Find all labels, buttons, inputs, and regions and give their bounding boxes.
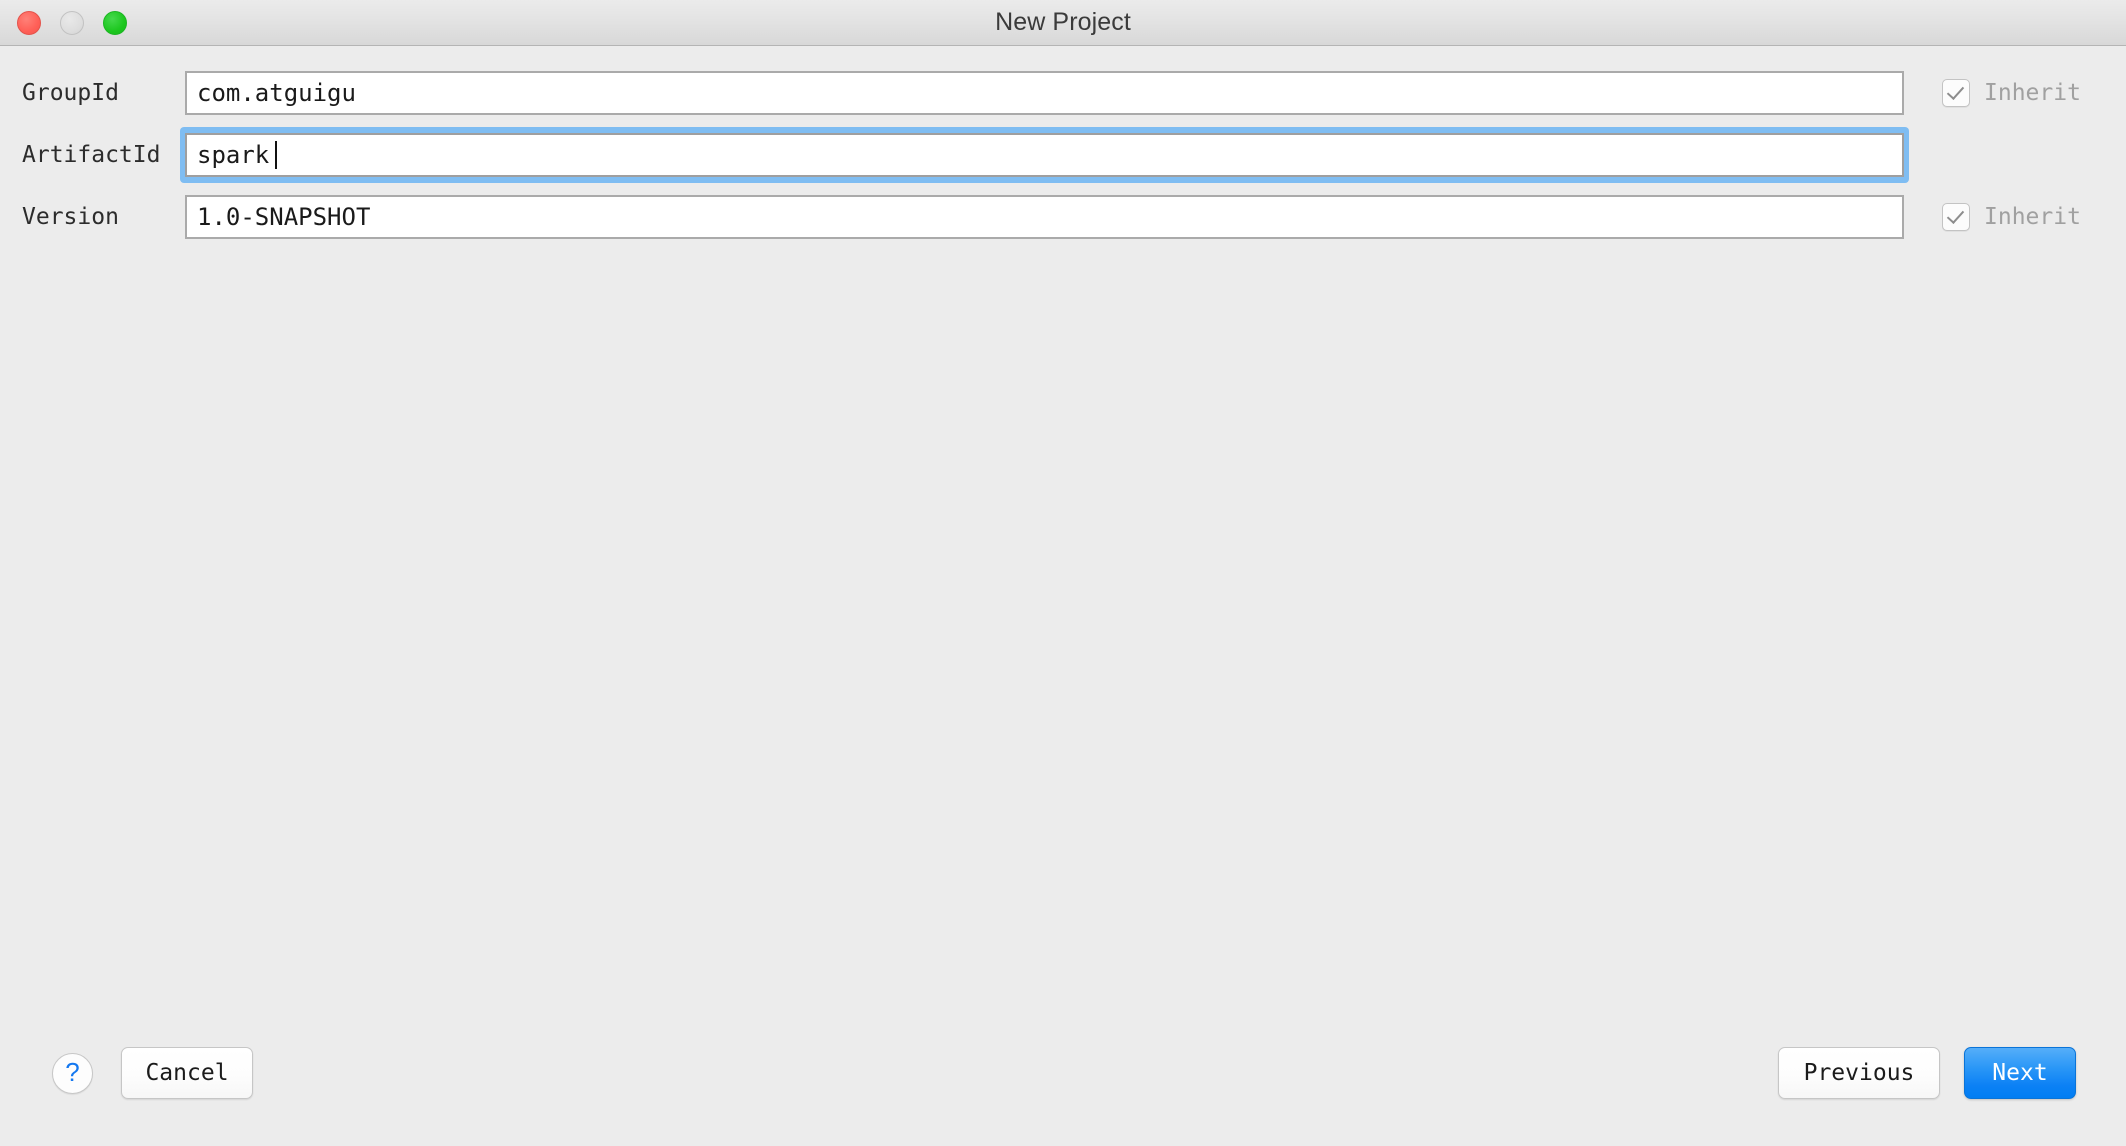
close-window-icon[interactable] — [17, 11, 41, 35]
previous-button[interactable]: Previous — [1778, 1047, 1940, 1099]
artifactid-field-wrap — [180, 127, 1909, 183]
version-inherit-group: Inherit — [1904, 203, 2104, 231]
form-row-version: Version Inherit — [0, 186, 2126, 248]
zoom-window-icon[interactable] — [103, 11, 127, 35]
dialog-content: GroupId Inherit ArtifactId — [0, 46, 2126, 1000]
groupid-inherit-label: Inherit — [1984, 80, 2081, 106]
text-caret — [275, 141, 277, 169]
window-title: New Project — [995, 8, 1131, 36]
project-coordinates-form: GroupId Inherit ArtifactId — [0, 46, 2126, 248]
help-icon[interactable]: ? — [52, 1052, 93, 1094]
groupid-field-wrap — [185, 70, 1904, 116]
next-button[interactable]: Next — [1964, 1047, 2076, 1099]
footer-right-group: Previous Next — [1778, 1047, 2098, 1099]
footer-left-group: ? Cancel — [52, 1047, 253, 1099]
version-inherit-checkbox[interactable] — [1942, 203, 1970, 231]
version-label: Version — [22, 204, 119, 230]
form-row-artifactid: ArtifactId — [0, 124, 2126, 186]
groupid-inherit-checkbox[interactable] — [1942, 79, 1970, 107]
window-titlebar: New Project — [0, 0, 2126, 46]
groupid-input[interactable] — [185, 71, 1904, 115]
dialog-footer: ? Cancel Previous Next — [0, 1000, 2126, 1146]
window-controls — [17, 0, 127, 46]
groupid-label: GroupId — [22, 80, 119, 106]
cancel-button[interactable]: Cancel — [121, 1047, 253, 1099]
minimize-window-icon[interactable] — [60, 11, 84, 35]
new-project-dialog: New Project GroupId Inherit ArtifactId — [0, 0, 2126, 1146]
form-row-groupid: GroupId Inherit — [0, 62, 2126, 124]
version-input[interactable] — [185, 195, 1904, 239]
version-inherit-label: Inherit — [1984, 204, 2081, 230]
version-field-wrap — [185, 194, 1904, 240]
artifactid-label: ArtifactId — [22, 142, 161, 168]
artifactid-input[interactable] — [185, 133, 1904, 177]
groupid-inherit-group: Inherit — [1904, 79, 2104, 107]
